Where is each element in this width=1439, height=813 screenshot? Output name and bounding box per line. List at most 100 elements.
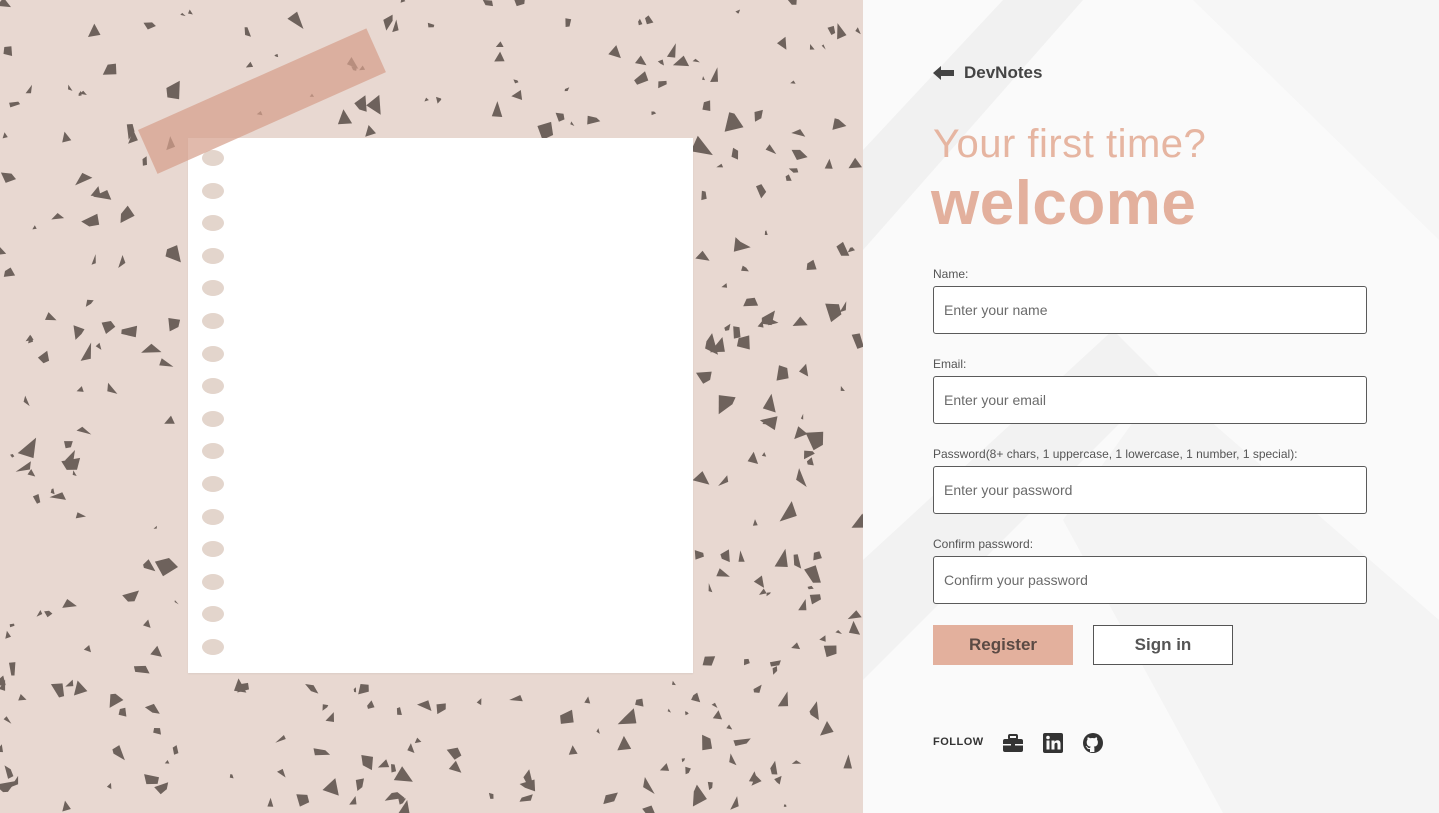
confetti-piece (790, 80, 796, 84)
binder-hole (202, 280, 224, 297)
confetti-piece (560, 709, 574, 724)
name-label: Name: (933, 267, 969, 281)
confetti-piece (672, 55, 690, 67)
confetti-piece (107, 382, 118, 394)
confetti-piece (18, 694, 27, 701)
confetti-piece (153, 728, 161, 735)
confetti-piece (806, 457, 814, 466)
confetti-piece (166, 80, 180, 100)
confetti-piece (154, 558, 178, 577)
confetti-piece (855, 27, 861, 35)
confetti-piece (0, 0, 11, 8)
confetti-piece (322, 704, 329, 711)
confetti-piece (36, 610, 43, 617)
follow-label: FOLLOW (933, 736, 984, 748)
confetti-piece (823, 645, 837, 658)
confetti-piece (721, 283, 728, 288)
confetti-piece (754, 109, 763, 122)
confetti-piece (733, 237, 751, 252)
confetti-piece (511, 90, 523, 100)
confetti-piece (735, 9, 741, 14)
confetti-piece (76, 386, 84, 392)
confetti-piece (690, 135, 713, 156)
briefcase-icon[interactable] (1002, 732, 1024, 754)
confetti-piece (168, 318, 181, 332)
confetti-piece (495, 41, 504, 47)
binder-hole (202, 639, 224, 655)
confetti-piece (807, 585, 814, 590)
binder-hole (202, 443, 224, 460)
confetti-piece (65, 679, 74, 687)
confetti-piece (759, 588, 767, 595)
confetti-piece (744, 658, 750, 666)
confetti-piece (702, 100, 711, 111)
confetti-piece (62, 599, 77, 608)
confetti-piece (144, 703, 160, 714)
confetti-piece (694, 550, 704, 560)
confetti-piece (839, 301, 847, 313)
confetti-piece (658, 80, 667, 89)
confetti-piece (277, 768, 286, 778)
confetti-piece (824, 158, 833, 169)
confetti-piece (672, 680, 676, 686)
confetti-piece (4, 765, 14, 779)
confetti-piece (424, 97, 429, 102)
confetti-piece (847, 247, 855, 253)
confetti-piece (753, 684, 762, 693)
confetti-piece (772, 666, 778, 675)
confetti-piece (296, 794, 310, 807)
confetti-piece (367, 700, 375, 709)
email-field[interactable] (933, 376, 1367, 424)
confetti-piece (75, 512, 86, 519)
confetti-piece (762, 393, 776, 413)
sign-in-button[interactable]: Sign in (1093, 625, 1233, 665)
confetti-piece (50, 683, 65, 698)
confetti-piece (172, 745, 179, 755)
confetti-piece (716, 568, 730, 577)
confetti-piece (102, 63, 117, 75)
confetti-piece (85, 299, 94, 307)
github-icon[interactable] (1082, 732, 1104, 754)
confetti-piece (752, 519, 758, 526)
confetti-piece (494, 51, 505, 62)
confetti-piece (692, 471, 710, 485)
confetti-piece (448, 760, 462, 773)
confetti-piece (791, 760, 802, 764)
confetti-piece (793, 554, 802, 569)
confetti-piece (825, 303, 842, 323)
confetti-piece (164, 415, 175, 424)
confetti-piece (827, 25, 836, 35)
confetti-piece (657, 59, 664, 66)
confetti-piece (509, 695, 523, 702)
linkedin-icon[interactable] (1042, 732, 1064, 754)
confetti-piece (747, 451, 759, 464)
confetti-piece (0, 781, 16, 793)
confetti-piece (61, 457, 81, 470)
confetti-piece (101, 321, 116, 334)
confetti-piece (635, 55, 647, 66)
confetti-piece (143, 619, 151, 628)
password-field[interactable] (933, 466, 1367, 514)
confetti-piece (692, 58, 700, 63)
confetti-piece (695, 250, 710, 261)
confetti-piece (788, 168, 799, 173)
confetti-piece (9, 662, 16, 676)
confetti-piece (702, 734, 713, 751)
brand-link[interactable]: DevNotes (933, 63, 1042, 83)
confetti-piece (366, 94, 381, 115)
confetti-piece (143, 22, 156, 30)
confetti-piece (188, 9, 193, 15)
confetti-piece (642, 805, 655, 813)
confetti-piece (724, 112, 744, 132)
confetti-piece (638, 18, 643, 26)
register-button[interactable]: Register (933, 625, 1073, 665)
confetti-piece (730, 796, 739, 810)
name-field[interactable] (933, 286, 1367, 334)
confetti-piece (244, 27, 251, 37)
confetti-piece (73, 325, 85, 340)
confetti-piece (106, 782, 112, 790)
confirm-password-field[interactable] (933, 556, 1367, 604)
confetti-piece (143, 559, 156, 572)
confetti-piece (765, 144, 777, 155)
confetti-piece (840, 386, 845, 391)
